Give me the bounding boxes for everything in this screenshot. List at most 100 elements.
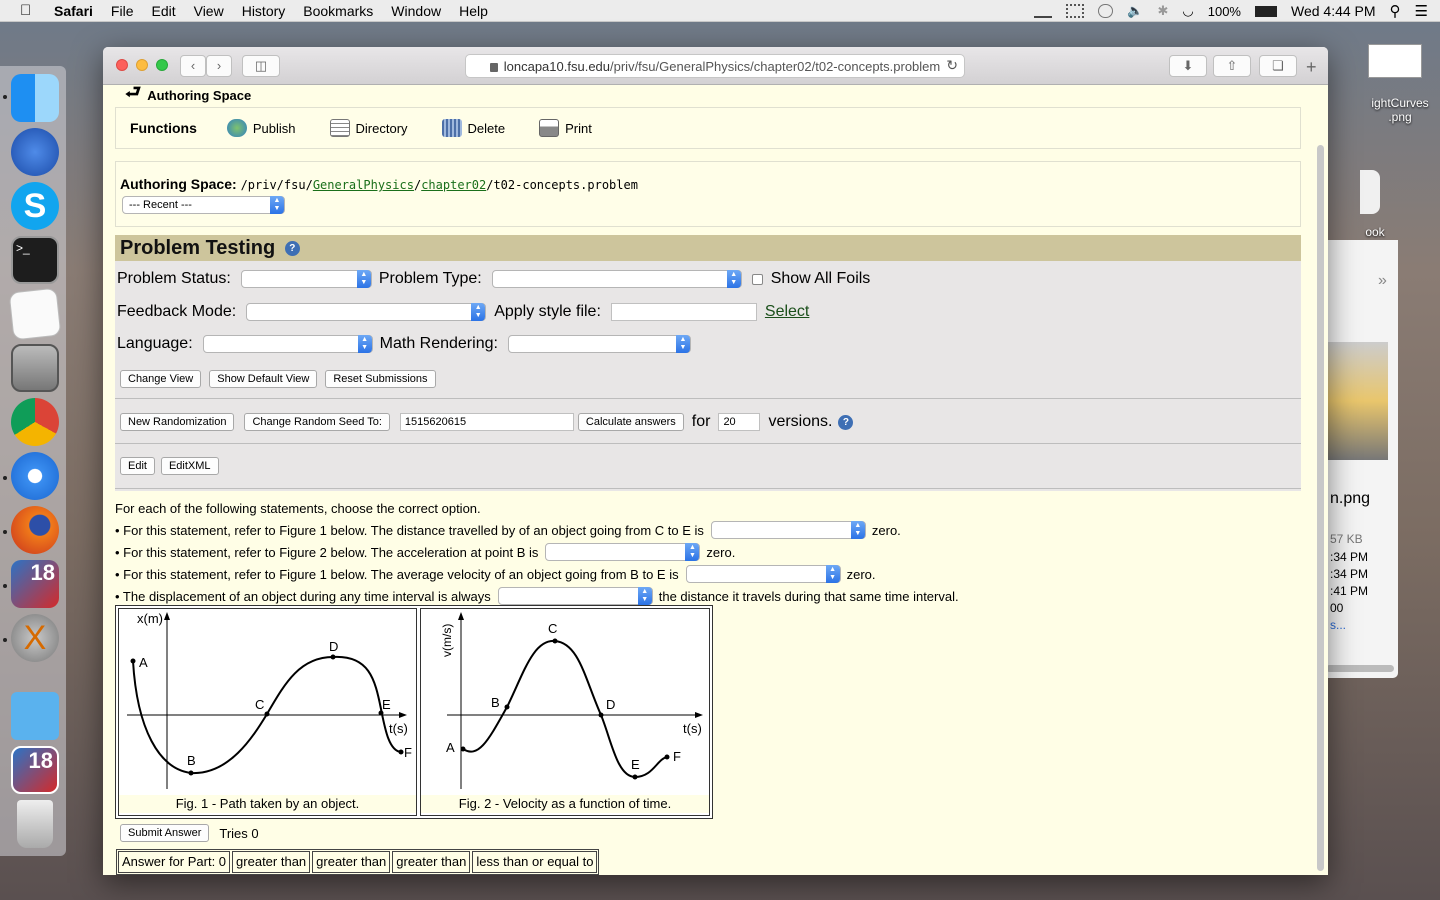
battery-percent[interactable]: 100%: [1208, 4, 1241, 19]
thunderbird-icon[interactable]: [11, 128, 59, 176]
firefox-icon[interactable]: [11, 506, 59, 554]
app-18-doc-icon[interactable]: 18: [11, 746, 59, 794]
fig2-point-e: E: [631, 757, 640, 772]
change-seed-button[interactable]: Change Random Seed To:: [244, 413, 390, 431]
textedit-icon[interactable]: [8, 287, 62, 341]
feedback-mode-select[interactable]: ▲ ▼: [246, 303, 487, 321]
desktop-file-label-2[interactable]: ook: [1360, 225, 1390, 239]
airplay-icon[interactable]: [1034, 4, 1053, 18]
submit-answer-button[interactable]: Submit Answer: [120, 824, 210, 842]
new-tab-button[interactable]: +: [1306, 57, 1317, 78]
tabs-overview-button[interactable]: ❏: [1259, 55, 1297, 77]
page-scrollbar[interactable]: [1317, 145, 1324, 871]
print-button[interactable]: Print: [539, 119, 592, 137]
zoom-window-button[interactable]: [156, 59, 168, 71]
close-window-button[interactable]: [116, 59, 128, 71]
fig1-point-d: D: [329, 639, 338, 654]
select-arrows-icon: ▲ ▼: [471, 303, 486, 321]
downloads-button[interactable]: ⬇: [1169, 55, 1207, 77]
bluetooth-icon[interactable]: ✱: [1157, 3, 1168, 19]
seed-input[interactable]: 1515620615: [399, 413, 574, 431]
terminal-icon[interactable]: >_: [11, 236, 59, 284]
notification-center-icon[interactable]: ☰: [1415, 2, 1428, 20]
delete-button[interactable]: Delete: [441, 119, 505, 137]
menu-file[interactable]: File: [111, 3, 134, 19]
menu-view[interactable]: View: [194, 3, 224, 19]
menu-app[interactable]: Safari: [54, 3, 93, 19]
apple-icon[interactable]: : [20, 2, 38, 19]
app-18-icon[interactable]: 18: [11, 560, 59, 608]
forward-button[interactable]: ›: [206, 55, 232, 77]
time-machine-icon[interactable]: [1098, 4, 1114, 18]
problem-type-label: Problem Type:: [378, 270, 482, 287]
help-icon[interactable]: ?: [284, 241, 300, 257]
spotlight-icon[interactable]: ⚲: [1390, 2, 1401, 20]
versions-input[interactable]: 20: [718, 413, 761, 431]
calculator-icon[interactable]: [11, 344, 59, 392]
safari-icon[interactable]: [11, 452, 59, 500]
new-randomization-button[interactable]: New Randomization: [120, 413, 235, 431]
desktop-file-label[interactable]: ightCurves .png: [1360, 96, 1440, 124]
wifi-icon[interactable]: ◡: [1182, 3, 1193, 19]
feedback-mode-label: Feedback Mode:: [117, 303, 237, 320]
help-icon[interactable]: ?: [838, 414, 854, 430]
menu-window[interactable]: Window: [391, 3, 441, 19]
desktop-doc-icon[interactable]: [1360, 170, 1380, 214]
finder-scrollbar[interactable]: [1326, 665, 1394, 672]
skype-icon[interactable]: S: [11, 182, 59, 230]
functions-label: Functions: [130, 120, 197, 136]
statement-3-select[interactable]: ▲ ▼: [685, 565, 841, 583]
sidebar-toggle-button[interactable]: ◫: [242, 55, 280, 77]
chrome-icon[interactable]: [11, 398, 59, 446]
menu-bookmarks[interactable]: Bookmarks: [303, 3, 373, 19]
share-button[interactable]: ⇧: [1213, 55, 1251, 77]
battery-icon[interactable]: [1254, 5, 1277, 17]
statement-4-text: • The displacement of an object during a…: [115, 588, 491, 604]
recent-select[interactable]: --- Recent --- ▲ ▼: [122, 196, 285, 214]
menu-extra-icon[interactable]: [1066, 4, 1085, 18]
path-link-generalphysics[interactable]: GeneralPhysics: [313, 178, 414, 192]
reload-icon[interactable]: ↻: [946, 57, 958, 74]
desktop-file-thumbnail[interactable]: [1368, 44, 1422, 78]
clock[interactable]: Wed 4:44 PM: [1291, 3, 1376, 19]
directory-button[interactable]: Directory: [329, 119, 408, 137]
x11-icon[interactable]: X: [11, 614, 59, 662]
show-all-foils-checkbox[interactable]: [751, 273, 763, 285]
back-button[interactable]: ‹: [180, 55, 206, 77]
address-bar[interactable]: loncapa10.fsu.edu/priv/fsu/GeneralPhysic…: [465, 54, 965, 78]
math-rendering-select[interactable]: ▲ ▼: [507, 335, 691, 353]
menu-help[interactable]: Help: [459, 3, 488, 19]
change-view-button[interactable]: Change View: [120, 370, 202, 388]
language-select[interactable]: ▲ ▼: [202, 335, 373, 353]
menu-history[interactable]: History: [242, 3, 286, 19]
downloads-folder-icon[interactable]: [11, 692, 59, 740]
reset-submissions-button[interactable]: Reset Submissions: [325, 370, 436, 388]
path-link-chapter02[interactable]: chapter02: [421, 178, 486, 192]
problem-type-select[interactable]: ▲ ▼: [491, 270, 742, 288]
figure-1: x(m) t(s) A B C D E F Fig. 1 - Path take…: [118, 608, 417, 816]
figure-2: v(m/s) t(s) A B C D E F Fig. 2 - Velocit…: [420, 608, 710, 816]
edit-button[interactable]: Edit: [120, 457, 155, 475]
style-file-input[interactable]: [610, 303, 757, 321]
statement-2-select[interactable]: ▲ ▼: [545, 543, 701, 561]
problem-status-select[interactable]: ▲ ▼: [240, 270, 372, 288]
publish-button[interactable]: Publish: [226, 119, 296, 137]
menu-edit[interactable]: Edit: [151, 3, 175, 19]
edit-xml-button[interactable]: EditXML: [160, 457, 219, 475]
show-default-view-button[interactable]: Show Default View: [209, 370, 318, 388]
finder-dimensions: 00: [1330, 601, 1344, 615]
select-style-link[interactable]: Select: [765, 303, 809, 321]
dock-running-dot: [3, 95, 7, 99]
statement-4-select[interactable]: ▲ ▼: [497, 587, 653, 605]
finder-opened: :41 PM: [1330, 584, 1369, 598]
chevron-right-icon[interactable]: »: [1378, 272, 1387, 290]
volume-icon[interactable]: 🔈: [1127, 3, 1143, 19]
trash-icon[interactable]: [17, 800, 53, 848]
finder-icon[interactable]: [11, 74, 59, 122]
statement-1-select[interactable]: ▲ ▼: [710, 521, 866, 539]
finder-more-link[interactable]: s...: [1330, 618, 1346, 632]
minimize-window-button[interactable]: [136, 59, 148, 71]
calculate-answers-button[interactable]: Calculate answers: [577, 413, 684, 431]
select-arrows-icon: ▲ ▼: [850, 521, 865, 539]
page-content: ⮐ Authoring Space Functions Publish Dire…: [103, 85, 1328, 875]
